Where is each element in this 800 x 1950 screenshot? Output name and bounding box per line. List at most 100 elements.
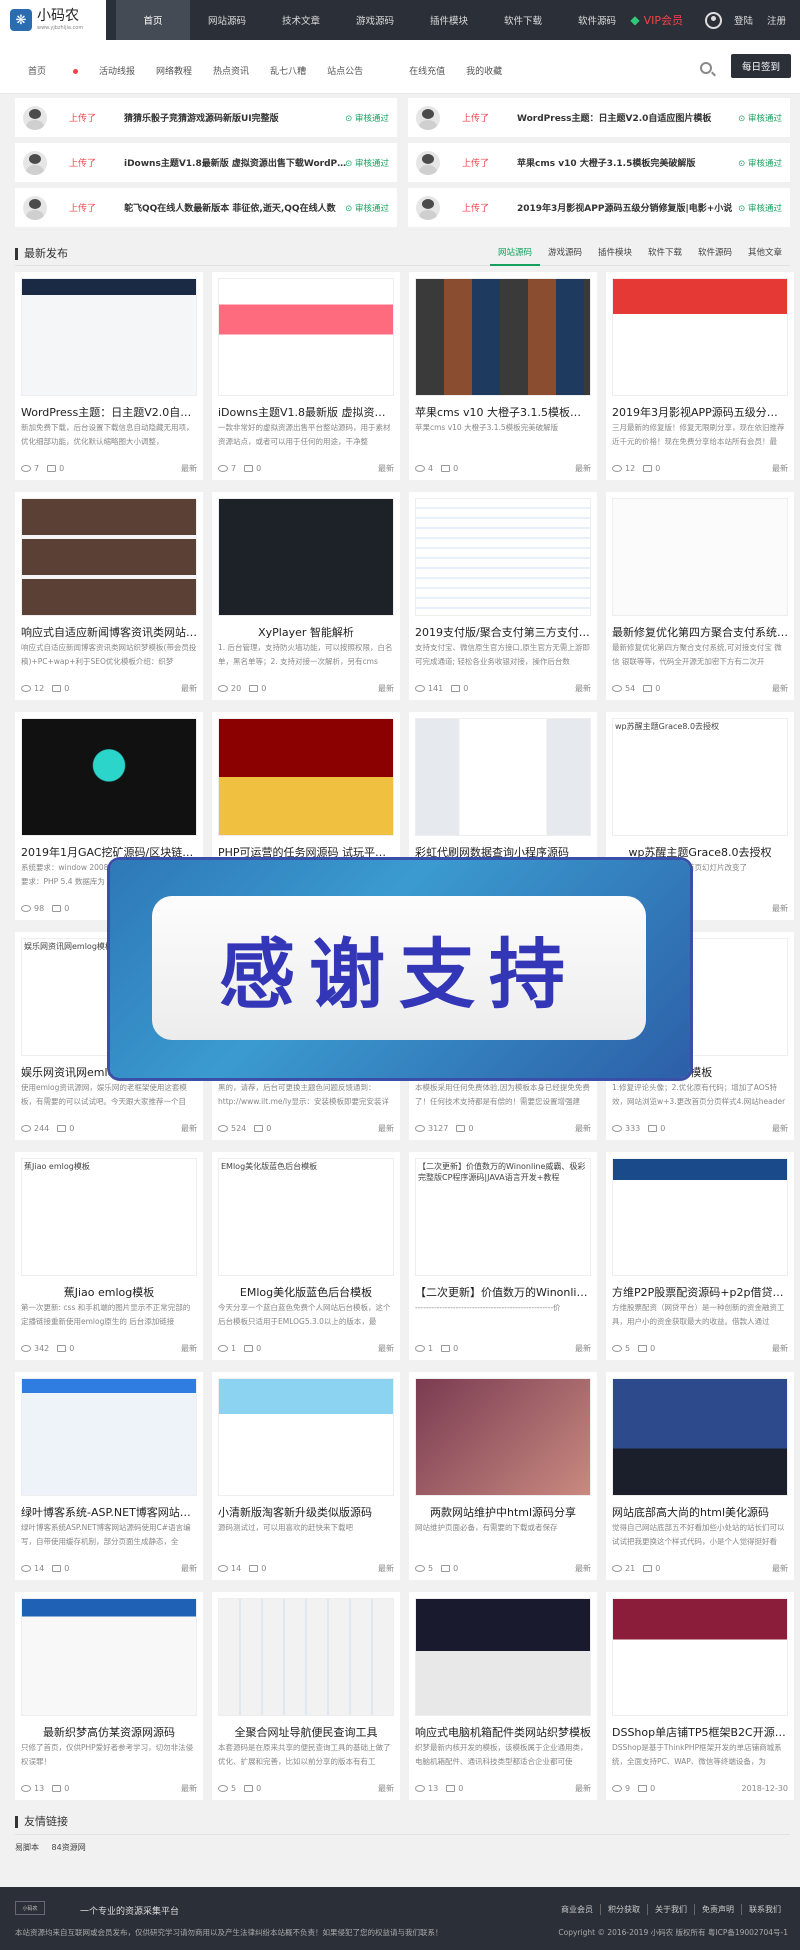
- notice-item[interactable]: 上传了 猜猜乐骰子竞猜游戏源码新版UI完整版 ⊙ 审核通过: [15, 98, 397, 137]
- post-thumbnail[interactable]: [612, 1598, 788, 1716]
- post-thumbnail[interactable]: [415, 1598, 591, 1716]
- footer-link-vip[interactable]: 商业会员: [554, 1904, 601, 1915]
- post-card[interactable]: 全聚合网址导航便民查询工具 本套源码是在原来共享的便民查询工具的基础上做了优化、扩…: [212, 1592, 400, 1800]
- subnav-item-home[interactable]: 首页: [28, 64, 79, 77]
- notice-item[interactable]: 上传了 苹果cms v10 大橙子3.1.5模板完美破解版 ⊙ 审核通过: [408, 143, 790, 182]
- post-title[interactable]: 全聚合网址导航便民查询工具: [218, 1724, 394, 1738]
- post-thumbnail[interactable]: [218, 1378, 394, 1496]
- notice-title[interactable]: 2019年3月影视APP源码五级分销修复版|电影+小说: [517, 201, 742, 214]
- notice-title[interactable]: WordPress主题：日主题V2.0自适应图片模板: [517, 111, 742, 124]
- notice-item[interactable]: 上传了 2019年3月影视APP源码五级分销修复版|电影+小说 ⊙ 审核通过: [408, 188, 790, 227]
- post-thumbnail[interactable]: [612, 1378, 788, 1496]
- post-card[interactable]: 方维P2P股票配资源码+p2p借贷平台 方维股票配资（网贷平台）是一种创新的资金融…: [606, 1152, 794, 1360]
- post-title[interactable]: 2019支付版/聚合支付第三方支付系统: [415, 624, 591, 638]
- post-title[interactable]: iDowns主题V1.8最新版 虚拟资源出售下载: [218, 404, 394, 418]
- post-thumbnail[interactable]: [21, 498, 197, 616]
- post-title[interactable]: 2019年3月影视APP源码五级分销修复版: [612, 404, 788, 418]
- post-title[interactable]: 最新织梦高仿某资源网源码: [21, 1724, 197, 1738]
- post-title[interactable]: 网站底部高大尚的html美化源码: [612, 1504, 788, 1518]
- nav-item-home[interactable]: 首页: [116, 0, 190, 40]
- subnav-item-activities[interactable]: 活动线报: [99, 64, 135, 77]
- post-card[interactable]: iDowns主题V1.8最新版 虚拟资源出售下载一款非常好的虚拟资源出售平台整站…: [212, 272, 400, 480]
- tab-software-source[interactable]: 软件源码: [690, 246, 740, 266]
- footer-logo[interactable]: 小码农: [15, 1901, 45, 1915]
- footer-link-about[interactable]: 关于我们: [648, 1904, 695, 1915]
- post-thumbnail[interactable]: [415, 498, 591, 616]
- post-card[interactable]: 绿叶博客系统-ASP.NET博客网站源码 绿叶博客系统ASP.NET博客网站源码使…: [15, 1372, 203, 1580]
- nav-item-articles[interactable]: 技术文章: [264, 0, 338, 40]
- subnav-item-recharge[interactable]: 在线充值: [409, 64, 445, 77]
- post-title[interactable]: 方维P2P股票配资源码+p2p借贷平台: [612, 1284, 788, 1298]
- site-logo[interactable]: ❋ 小码农 www.yjbzhijia.com: [0, 0, 106, 40]
- post-thumbnail[interactable]: [218, 278, 394, 396]
- subnav-item-favorites[interactable]: 我的收藏: [466, 64, 502, 77]
- post-card[interactable]: 最新织梦高仿某资源网源码 只修了首页，仅供PHP爱好者参考学习，切勿非法侵权误罪！…: [15, 1592, 203, 1800]
- post-card[interactable]: 小清新版淘客新升级类似版源码 源码测试过，可以用喜欢的赶快来下载吧 14 0 最新: [212, 1372, 400, 1580]
- post-thumbnail[interactable]: [415, 1378, 591, 1496]
- search-icon[interactable]: [700, 62, 712, 74]
- tab-software-download[interactable]: 软件下载: [640, 246, 690, 266]
- post-card[interactable]: 响应式自适应新闻博客资讯类网站源码 响应式自适应新闻博客资讯类网站织梦模板(带会员…: [15, 492, 203, 700]
- post-card[interactable]: WordPress主题：日主题V2.0自适应图片模板新加免费下载，后台设置下载信…: [15, 272, 203, 480]
- nav-item-plugins[interactable]: 插件模块: [412, 0, 486, 40]
- post-title[interactable]: 响应式自适应新闻博客资讯类网站源码: [21, 624, 197, 638]
- post-thumbnail[interactable]: [415, 278, 591, 396]
- post-card[interactable]: DSShop单店铺TP5框架B2C开源商城 DSShop是基于ThinkPHP框架…: [606, 1592, 794, 1800]
- post-thumbnail[interactable]: EMlog美化版蓝色后台模板: [218, 1158, 394, 1276]
- post-title[interactable]: 小清新版淘客新升级类似版源码: [218, 1504, 394, 1518]
- post-thumbnail[interactable]: [21, 1598, 197, 1716]
- notice-title[interactable]: 鸵飞QQ在线人数最新版本 菲征依,逝天,QQ在线人数: [124, 201, 349, 214]
- post-title[interactable]: 【二次更新】价值数万的Winonline威霸: [415, 1284, 591, 1298]
- register-link[interactable]: 注册: [767, 13, 786, 27]
- post-card[interactable]: 2019年3月影视APP源码五级分销修复版三月最新的修复版！修复无限刷分享，现在…: [606, 272, 794, 480]
- post-title[interactable]: 响应式电脑机箱配件类网站织梦模板: [415, 1724, 591, 1738]
- nav-item-software-download[interactable]: 软件下载: [486, 0, 560, 40]
- post-title[interactable]: PHP可运营的任务网源码 试玩平台源码: [218, 844, 394, 858]
- subnav-item-announcements[interactable]: 站点公告: [327, 64, 363, 77]
- post-thumbnail[interactable]: [612, 498, 788, 616]
- footer-link-disclaimer[interactable]: 免责声明: [695, 1904, 742, 1915]
- footer-link-contact[interactable]: 联系我们: [742, 1904, 788, 1915]
- friend-link[interactable]: 84资源网: [52, 1843, 86, 1852]
- daily-signin-button[interactable]: 每日签到: [731, 54, 791, 78]
- tab-site-source[interactable]: 网站源码: [490, 246, 540, 266]
- post-thumbnail[interactable]: [218, 498, 394, 616]
- post-card[interactable]: XyPlayer 智能解析 1. 后台管理，支持防火墙功能，可以按照权限，白名单，…: [212, 492, 400, 700]
- post-thumbnail[interactable]: [21, 718, 197, 836]
- tab-game-source[interactable]: 游戏源码: [540, 246, 590, 266]
- notice-title[interactable]: 苹果cms v10 大橙子3.1.5模板完美破解版: [517, 156, 742, 169]
- post-thumbnail[interactable]: [218, 1598, 394, 1716]
- post-card[interactable]: 2019支付版/聚合支付第三方支付系统 支持支付宝、微信原生官方接口,原生官方无需…: [409, 492, 597, 700]
- post-thumbnail[interactable]: wp苏醒主题Grace8.0去授权: [612, 718, 788, 836]
- post-title[interactable]: WordPress主题：日主题V2.0自适应图片模板: [21, 404, 197, 418]
- post-title[interactable]: 两款网站维护中html源码分享: [415, 1504, 591, 1518]
- post-title[interactable]: 2019年1月GAC挖矿源码/区块链源码: [21, 844, 197, 858]
- friend-link[interactable]: 易脚本: [15, 1843, 39, 1852]
- notice-item[interactable]: 上传了 WordPress主题：日主题V2.0自适应图片模板 ⊙ 审核通过: [408, 98, 790, 137]
- post-thumbnail[interactable]: [612, 278, 788, 396]
- post-thumbnail[interactable]: 【二次更新】价值数万的Winonline威霸、极彩完整版CP程序源码|JAVA语…: [415, 1158, 591, 1276]
- post-card[interactable]: 【二次更新】价值数万的Winonline威霸、极彩完整版CP程序源码|JAVA语…: [409, 1152, 597, 1360]
- post-title[interactable]: 绿叶博客系统-ASP.NET博客网站源码: [21, 1504, 197, 1518]
- subnav-item-misc[interactable]: 乱七八糟: [270, 64, 306, 77]
- tab-plugins[interactable]: 插件模块: [590, 246, 640, 266]
- post-thumbnail[interactable]: [612, 1158, 788, 1276]
- login-link[interactable]: 登陆: [734, 13, 753, 27]
- post-thumbnail[interactable]: 蕉Jiao emlog模板: [21, 1158, 197, 1276]
- post-card[interactable]: 最新修复优化第四方聚合支付系统源码 最新修复优化第四方聚合支付系统,可对接支付宝 …: [606, 492, 794, 700]
- post-thumbnail[interactable]: [415, 718, 591, 836]
- post-title[interactable]: 苹果cms v10 大橙子3.1.5模板完美破解版: [415, 404, 591, 418]
- post-title[interactable]: 蕉Jiao emlog模板: [21, 1284, 197, 1298]
- post-title[interactable]: 彩虹代刷网数据查询小程序源码: [415, 844, 591, 858]
- post-card[interactable]: 两款网站维护中html源码分享 网站维护页面必备，有需要的下载或者保存 5 0 最新: [409, 1372, 597, 1580]
- notice-title[interactable]: 猜猜乐骰子竞猜游戏源码新版UI完整版: [124, 111, 349, 124]
- post-thumbnail[interactable]: [218, 718, 394, 836]
- post-title[interactable]: XyPlayer 智能解析: [218, 624, 394, 638]
- subnav-item-hot-news[interactable]: 热点资讯: [213, 64, 249, 77]
- post-title[interactable]: 最新修复优化第四方聚合支付系统源码: [612, 624, 788, 638]
- post-title[interactable]: wp苏醒主题Grace8.0去授权: [612, 844, 788, 858]
- post-card[interactable]: 网站底部高大尚的html美化源码 觉得自己网站底部五不好看加些小处站的站长们可以试…: [606, 1372, 794, 1580]
- vip-link[interactable]: ◆ VIP会员: [630, 12, 683, 28]
- nav-item-game-source[interactable]: 游戏源码: [338, 0, 412, 40]
- post-card[interactable]: 蕉Jiao emlog模板 蕉Jiao emlog模板 第一次更新: css 和手机…: [15, 1152, 203, 1360]
